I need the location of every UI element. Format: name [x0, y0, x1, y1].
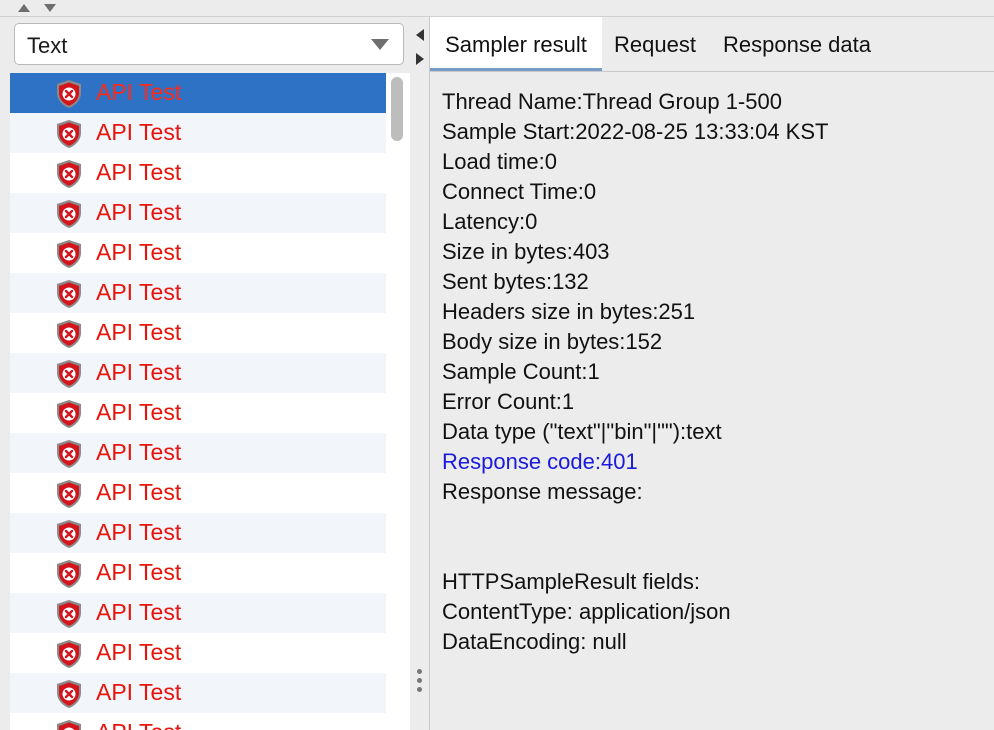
error-shield-icon	[54, 479, 84, 509]
list-item-label: API Test	[96, 639, 182, 665]
list-item-label: API Test	[96, 79, 182, 105]
error-shield-icon	[54, 279, 84, 309]
error-shield-icon	[54, 599, 84, 629]
list-item[interactable]: API Test	[10, 393, 386, 433]
latency: Latency:0	[442, 209, 538, 234]
scrollbar-thumb[interactable]	[391, 77, 403, 141]
list-item-label: API Test	[96, 719, 181, 730]
list-item[interactable]: API Test	[10, 313, 386, 353]
tab-request[interactable]: Request	[602, 17, 708, 71]
top-splitter-bar	[0, 0, 994, 17]
error-shield-icon	[54, 639, 84, 669]
drag-handle-dot-icon	[417, 687, 422, 692]
drag-handle-dot-icon	[417, 669, 422, 674]
error-shield-icon	[54, 719, 84, 730]
connect-time: Connect Time:0	[442, 179, 597, 204]
detail-tabs: Sampler result Request Response data	[430, 17, 994, 72]
error-shield-icon	[54, 359, 84, 389]
renderer-select-value: Text	[27, 33, 68, 58]
list-item[interactable]: API Test	[10, 713, 386, 730]
list-item-label: API Test	[96, 319, 182, 345]
list-item[interactable]: API Test	[10, 233, 386, 273]
list-item-label: API Test	[96, 239, 182, 265]
expand-right-icon[interactable]	[416, 53, 424, 65]
error-count: Error Count:1	[442, 389, 575, 414]
list-item-label: API Test	[96, 519, 182, 545]
body-size: Body size in bytes:152	[442, 329, 663, 354]
list-item-label: API Test	[96, 399, 182, 425]
size-in-bytes: Size in bytes:403	[442, 239, 610, 264]
list-item[interactable]: API Test	[10, 353, 386, 393]
data-type: Data type ("text"|"bin"|""):text	[442, 419, 722, 444]
thread-name: Thread Name:Thread Group 1-500	[442, 89, 782, 114]
error-shield-icon	[54, 239, 84, 269]
http-fields-header: HTTPSampleResult fields:	[442, 569, 700, 594]
response-message: Response message:	[442, 479, 643, 504]
content-type: ContentType: application/json	[442, 599, 731, 624]
sample-start: Sample Start:2022-08-25 13:33:04 KST	[442, 119, 829, 144]
error-shield-icon	[54, 199, 84, 229]
results-tree-panel: Text API Test API Test API Test API Test API…	[0, 17, 412, 730]
load-time: Load time:0	[442, 149, 557, 174]
list-item[interactable]: API Test	[10, 73, 386, 113]
expand-left-icon[interactable]	[416, 29, 424, 41]
headers-size: Headers size in bytes:251	[442, 299, 696, 324]
results-rows: API Test API Test API Test API Test API Test…	[10, 73, 410, 730]
error-shield-icon	[54, 319, 84, 349]
collapse-down-icon[interactable]	[44, 4, 56, 12]
list-item-label: API Test	[96, 599, 182, 625]
sent-bytes: Sent bytes:132	[442, 269, 589, 294]
list-item-label: API Test	[96, 279, 182, 305]
list-item[interactable]: API Test	[10, 673, 386, 713]
list-item[interactable]: API Test	[10, 473, 386, 513]
pane-divider[interactable]	[412, 17, 430, 730]
list-item[interactable]: API Test	[10, 513, 386, 553]
results-scrollbar[interactable]	[386, 73, 410, 730]
error-shield-icon	[54, 399, 84, 429]
list-item-label: API Test	[96, 199, 182, 225]
list-item-label: API Test	[96, 359, 182, 385]
error-shield-icon	[54, 159, 84, 189]
list-item-label: API Test	[96, 559, 182, 585]
list-item[interactable]: API Test	[10, 433, 386, 473]
drag-handle-dot-icon	[417, 678, 422, 683]
list-item-label: API Test	[96, 159, 182, 185]
list-item[interactable]: API Test	[10, 273, 386, 313]
list-item-label: API Test	[96, 119, 182, 145]
results-list: API Test API Test API Test API Test API Test…	[10, 73, 410, 730]
renderer-select[interactable]: Text	[14, 23, 404, 65]
collapse-up-icon[interactable]	[18, 4, 30, 12]
tab-sampler-result[interactable]: Sampler result	[430, 17, 602, 71]
list-item[interactable]: API Test	[10, 113, 386, 153]
error-shield-icon	[54, 79, 84, 109]
sampler-result-text: Thread Name:Thread Group 1-500 Sample St…	[442, 87, 987, 657]
list-item-label: API Test	[96, 479, 182, 505]
error-shield-icon	[54, 559, 84, 589]
response-code: Response code:401	[442, 449, 638, 474]
list-item-label: API Test	[96, 679, 182, 705]
result-detail-panel: Sampler result Request Response data Thr…	[430, 17, 994, 730]
chevron-down-icon[interactable]	[371, 39, 389, 50]
error-shield-icon	[54, 439, 84, 469]
list-item[interactable]: API Test	[10, 593, 386, 633]
list-item[interactable]: API Test	[10, 553, 386, 593]
sample-count: Sample Count:1	[442, 359, 600, 384]
error-shield-icon	[54, 119, 84, 149]
tab-response-data[interactable]: Response data	[708, 17, 886, 71]
error-shield-icon	[54, 519, 84, 549]
list-item-label: API Test	[96, 439, 182, 465]
list-item[interactable]: API Test	[10, 633, 386, 673]
list-item[interactable]: API Test	[10, 193, 386, 233]
error-shield-icon	[54, 679, 84, 709]
list-item[interactable]: API Test	[10, 153, 386, 193]
data-encoding: DataEncoding: null	[442, 629, 627, 654]
